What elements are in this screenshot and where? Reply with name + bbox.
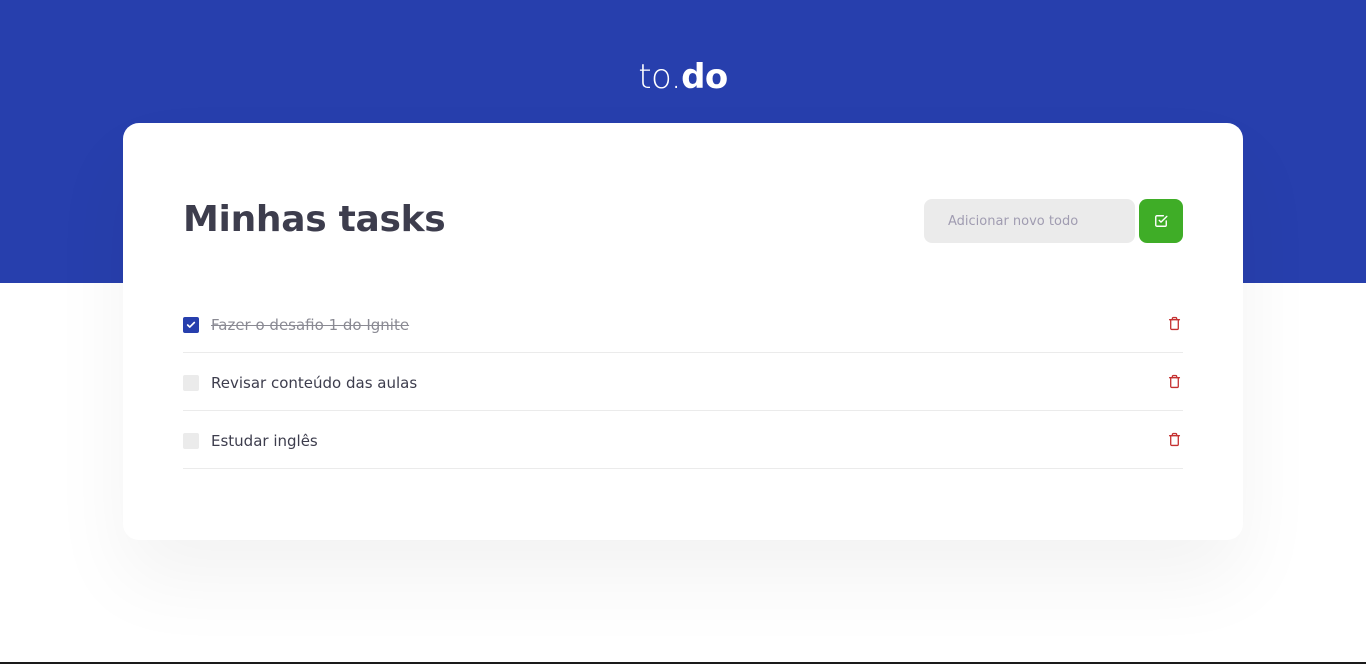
trash-icon	[1168, 316, 1180, 330]
page-title: Minhas tasks	[183, 199, 446, 240]
task-item: Estudar inglês	[183, 411, 1183, 469]
task-item: Revisar conteúdo das aulas	[183, 353, 1183, 411]
new-todo-input[interactable]	[924, 199, 1135, 243]
logo-bold-text: do	[681, 57, 728, 97]
tasks-card: Minhas tasks Fazer o desafio 1 do Ignite	[123, 123, 1243, 540]
check-square-icon	[1154, 214, 1168, 228]
delete-task-button[interactable]	[1165, 371, 1183, 391]
task-checkbox[interactable]	[183, 433, 199, 449]
check-icon	[186, 321, 196, 328]
task-checkbox[interactable]	[183, 317, 199, 333]
task-list: Fazer o desafio 1 do Ignite Revisar cont…	[183, 295, 1183, 469]
task-item: Fazer o desafio 1 do Ignite	[183, 295, 1183, 353]
task-text: Fazer o desafio 1 do Ignite	[211, 316, 410, 334]
logo-light-text: to.	[638, 57, 682, 97]
trash-icon	[1168, 432, 1180, 446]
task-text: Revisar conteúdo das aulas	[211, 374, 418, 392]
delete-task-button[interactable]	[1165, 429, 1183, 449]
task-checkbox[interactable]	[183, 375, 199, 391]
app-logo: to.do	[0, 56, 1366, 98]
delete-task-button[interactable]	[1165, 313, 1183, 333]
trash-icon	[1168, 374, 1180, 388]
add-todo-button[interactable]	[1139, 199, 1183, 243]
task-text: Estudar inglês	[211, 432, 318, 450]
